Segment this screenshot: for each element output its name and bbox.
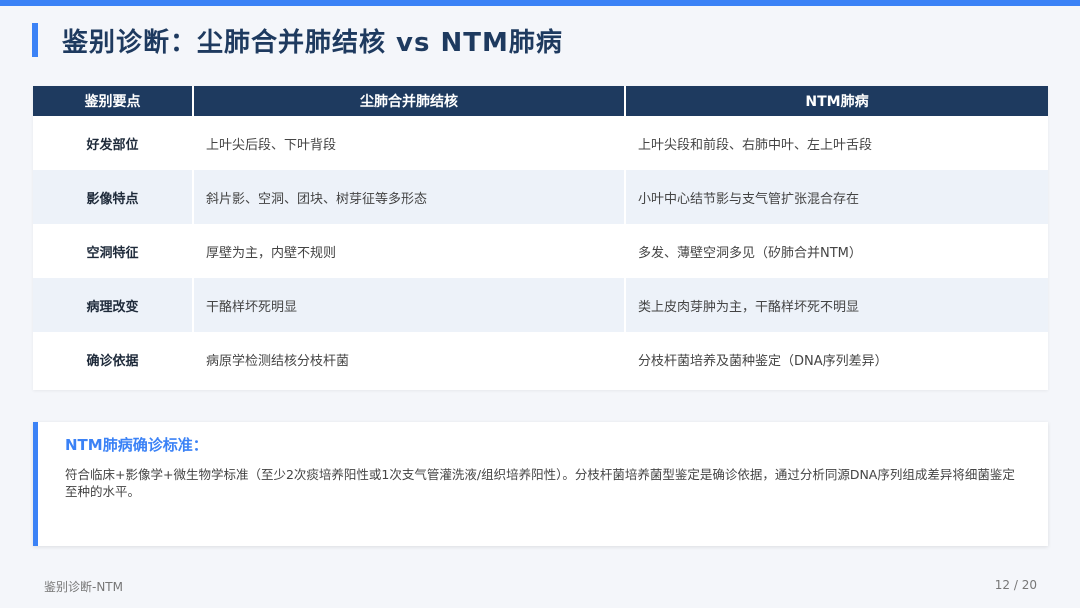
table-row: 病理改变 干酪样坏死明显 类上皮肉芽肿为主，干酪样坏死不明显: [33, 278, 1048, 332]
row-ntm-value: 多发、薄壁空洞多见（矽肺合并NTM）: [626, 224, 1048, 278]
header-tb: 尘肺合并肺结核: [194, 86, 626, 116]
row-tb-value: 病原学检测结核分枝杆菌: [194, 332, 626, 386]
row-ntm-value: 小叶中心结节影与支气管扩张混合存在: [626, 170, 1048, 224]
header-key: 鉴别要点: [33, 86, 194, 116]
row-tb-value: 上叶尖后段、下叶背段: [194, 116, 626, 170]
table-row: 影像特点 斜片影、空洞、团块、树芽征等多形态 小叶中心结节影与支气管扩张混合存在: [33, 170, 1048, 224]
row-key: 空洞特征: [33, 224, 194, 278]
criteria-body: 符合临床+影像学+微生物学标准（至少2次痰培养阳性或1次支气管灌洗液/组织培养阳…: [65, 467, 1015, 499]
title-block: 鉴别诊断：尘肺合并肺结核 vs NTM肺病: [32, 22, 563, 58]
row-key: 确诊依据: [33, 332, 194, 386]
row-tb-value: 厚壁为主，内壁不规则: [194, 224, 626, 278]
row-ntm-value: 类上皮肉芽肿为主，干酪样坏死不明显: [626, 278, 1048, 332]
row-key: 好发部位: [33, 116, 194, 170]
footer-section-label: 鉴别诊断-NTM: [44, 580, 123, 594]
table-row: 空洞特征 厚壁为主，内壁不规则 多发、薄壁空洞多见（矽肺合并NTM）: [33, 224, 1048, 278]
table-header-row: 鉴别要点 尘肺合并肺结核 NTM肺病: [33, 86, 1048, 116]
page-number: 12 / 20: [994, 578, 1037, 592]
row-key: 影像特点: [33, 170, 194, 224]
diagnosis-criteria-card: NTM肺病确诊标准： 符合临床+影像学+微生物学标准（至少2次痰培养阳性或1次支…: [33, 422, 1048, 546]
row-ntm-value: 分枝杆菌培养及菌种鉴定（DNA序列差异）: [626, 332, 1048, 386]
table-row: 确诊依据 病原学检测结核分枝杆菌 分枝杆菌培养及菌种鉴定（DNA序列差异）: [33, 332, 1048, 386]
page-title: 鉴别诊断：尘肺合并肺结核 vs NTM肺病: [62, 27, 563, 58]
header-ntm: NTM肺病: [626, 86, 1048, 116]
title-accent-bar: [32, 23, 38, 57]
row-ntm-value: 上叶尖段和前段、右肺中叶、左上叶舌段: [626, 116, 1048, 170]
row-tb-value: 斜片影、空洞、团块、树芽征等多形态: [194, 170, 626, 224]
row-tb-value: 干酪样坏死明显: [194, 278, 626, 332]
comparison-table: 鉴别要点 尘肺合并肺结核 NTM肺病 好发部位 上叶尖后段、下叶背段 上叶尖段和…: [33, 86, 1048, 386]
top-accent-bar: [0, 0, 1080, 6]
table-row: 好发部位 上叶尖后段、下叶背段 上叶尖段和前段、右肺中叶、左上叶舌段: [33, 116, 1048, 170]
comparison-table-card: 鉴别要点 尘肺合并肺结核 NTM肺病 好发部位 上叶尖后段、下叶背段 上叶尖段和…: [33, 86, 1048, 390]
criteria-title: NTM肺病确诊标准：: [65, 436, 208, 454]
row-key: 病理改变: [33, 278, 194, 332]
